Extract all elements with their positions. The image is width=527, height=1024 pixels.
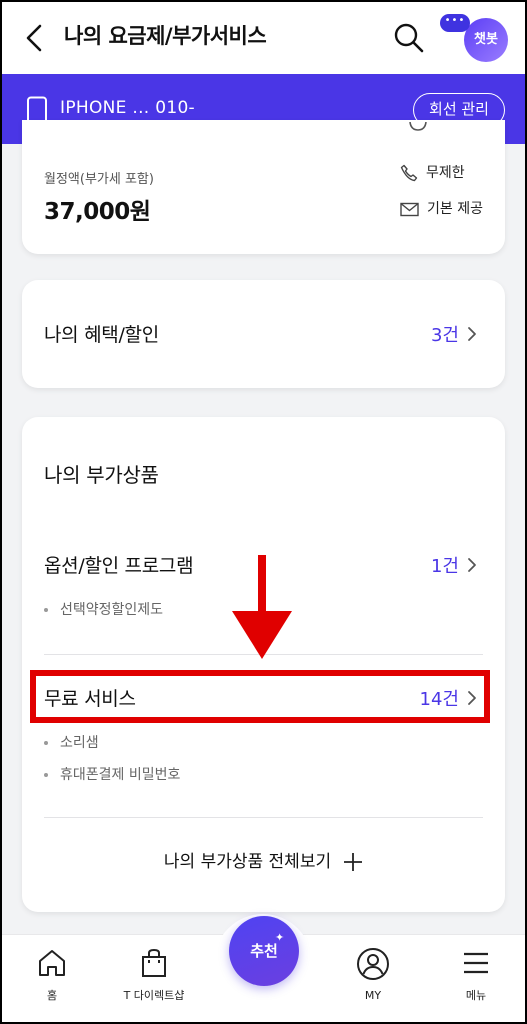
user-profile-icon (357, 948, 389, 980)
message-feature-label: 기본 제공 (427, 201, 483, 217)
home-icon (39, 950, 65, 976)
free-service-item: 휴대폰결제 비밀번호 (44, 764, 180, 784)
view-all-addons-button[interactable]: 나의 부가상품 전체보기 (22, 847, 505, 872)
annotation-highlight-box (30, 670, 490, 723)
page-title: 나의 요금제/부가서비스 (64, 24, 267, 48)
sparkle-icon: ✦ (275, 931, 285, 944)
mail-icon (400, 202, 419, 216)
divider (44, 817, 483, 818)
recommend-fab-button[interactable]: 추천 ✦ (229, 916, 299, 986)
nav-menu[interactable]: 메뉴 (448, 947, 504, 1003)
options-item: 선택약정할인제도 (44, 599, 163, 619)
nav-home-label: 홈 (46, 989, 58, 1002)
plus-icon (344, 853, 363, 871)
plan-summary-card: 월정액(부가세 포함) 37,000원 무제한 기본 제공 (22, 120, 505, 254)
addons-card: 나의 부가상품 옵션/할인 프로그램 1건 선택약정할인제도 무료 서비스 14… (22, 417, 505, 912)
free-service-item: 소리샘 (44, 732, 99, 752)
nav-shop-label: T 다이렉트샵 (123, 989, 185, 1002)
nav-direct-shop[interactable]: T 다이렉트샵 (104, 947, 204, 1003)
line-number: IPHONE ... 010- (60, 98, 195, 118)
recommend-label: 추천 (250, 942, 278, 960)
free-service-item-label: 휴대폰결제 비밀번호 (60, 767, 181, 783)
back-arrow-icon[interactable] (18, 20, 52, 56)
view-all-label: 나의 부가상품 전체보기 (163, 852, 332, 872)
options-label: 옵션/할인 프로그램 (44, 555, 194, 577)
call-feature: 무제한 (400, 162, 465, 182)
chatbot-label: 챗봇 (464, 18, 508, 62)
message-feature: 기본 제공 (400, 198, 483, 218)
chatbot-bubble-icon: ••• (440, 14, 470, 32)
search-icon[interactable] (391, 20, 427, 56)
benefits-label: 나의 혜택/할인 (44, 324, 159, 346)
monthly-fee-label: 월정액(부가세 포함) (44, 172, 154, 187)
phone-call-icon (400, 164, 418, 182)
annotation-arrow-icon (232, 555, 292, 659)
benefits-count: 3건 (430, 325, 459, 346)
benefits-card[interactable]: 나의 혜택/할인 3건 (22, 280, 505, 388)
call-feature-label: 무제한 (426, 165, 465, 181)
options-count: 1건 (430, 556, 459, 577)
monthly-fee-value: 37,000원 (44, 199, 151, 225)
chevron-right-icon (468, 558, 476, 572)
nav-menu-label: 메뉴 (465, 989, 487, 1002)
app-header: 나의 요금제/부가서비스 챗봇 ••• (0, 0, 527, 74)
shopping-bag-icon (142, 948, 166, 977)
nav-my[interactable]: MY (345, 947, 401, 1002)
chevron-right-icon (468, 327, 476, 341)
nav-my-label: MY (364, 989, 382, 1002)
chatbot-button[interactable]: 챗봇 ••• (440, 12, 510, 62)
nav-home[interactable]: 홈 (26, 947, 78, 1003)
free-service-item-label: 소리샘 (60, 735, 99, 751)
hamburger-menu-icon (464, 952, 488, 974)
options-item-label: 선택약정할인제도 (60, 602, 164, 618)
data-icon (409, 122, 427, 131)
addons-section-title: 나의 부가상품 (44, 463, 159, 487)
